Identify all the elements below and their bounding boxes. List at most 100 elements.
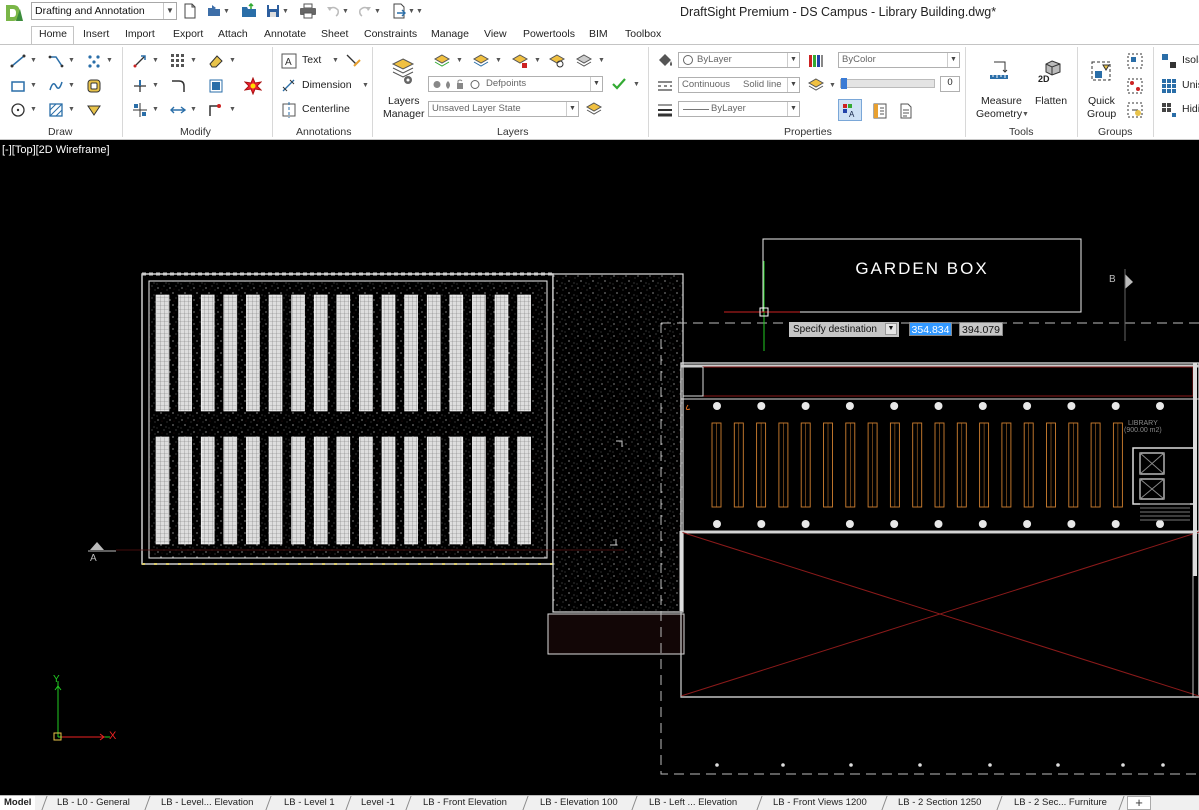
rectangle-button[interactable] xyxy=(9,77,27,95)
redo-button[interactable]: ▼ xyxy=(357,2,381,20)
open-file-button[interactable]: ▼ xyxy=(206,2,230,20)
transparency-input[interactable]: 0 xyxy=(940,76,960,92)
spline-button[interactable] xyxy=(47,77,65,95)
centerline-button[interactable]: Centerline xyxy=(302,103,350,115)
print-button[interactable] xyxy=(299,2,317,20)
group-select-button[interactable] xyxy=(1126,52,1144,70)
unisolate-button[interactable]: Unis xyxy=(1182,79,1199,91)
printer-icon xyxy=(300,3,316,19)
leader-button[interactable] xyxy=(344,52,362,70)
lineweight-select[interactable]: ByLayer ▼ xyxy=(678,101,800,117)
layer-merge-button[interactable] xyxy=(575,52,593,70)
current-layer-select[interactable]: Defpoints ▼ xyxy=(428,76,603,92)
point-button[interactable] xyxy=(85,52,103,70)
layer-state-select[interactable]: Unsaved Layer State ▼ xyxy=(428,101,579,117)
tab-annotate[interactable]: Annotate xyxy=(264,28,306,40)
sheet-tab[interactable]: LB - Level... Elevation xyxy=(155,796,259,810)
hide-button[interactable]: Hidi xyxy=(1182,103,1199,115)
sheet-tab-model[interactable]: Model xyxy=(0,796,36,810)
tab-toolbox[interactable]: Toolbox xyxy=(625,28,661,40)
polyline-button[interactable] xyxy=(47,52,65,70)
layer-state-manager-button[interactable] xyxy=(585,100,603,118)
fillet-button[interactable] xyxy=(169,77,187,95)
align-button[interactable] xyxy=(131,101,149,119)
layer-previous-button[interactable] xyxy=(433,52,451,70)
undo-button[interactable]: ▼ xyxy=(325,2,349,20)
pattern-button[interactable] xyxy=(169,52,187,70)
match-properties-button[interactable] xyxy=(656,52,674,70)
tab-insert[interactable]: Insert xyxy=(83,28,109,40)
sheet-tab[interactable]: LB - Elevation 100 xyxy=(534,796,624,810)
tab-manage[interactable]: Manage xyxy=(431,28,469,40)
quick-properties-button[interactable] xyxy=(897,102,915,120)
transparency-button[interactable] xyxy=(807,76,825,94)
sheet-tab[interactable]: LB - 2 Sec... Furniture xyxy=(1008,796,1113,810)
coordinate-y-input[interactable]: 394.079 xyxy=(959,322,1003,336)
measure-geometry-button[interactable]: Measure Geometry ▼ xyxy=(972,57,1029,123)
shelving-row-lower xyxy=(155,436,531,545)
trim-button[interactable] xyxy=(131,77,149,95)
edit-polyline-button[interactable] xyxy=(207,101,225,119)
sheet-tab[interactable]: LB - Level 1 xyxy=(278,796,341,810)
quick-group-button[interactable]: Quick Group xyxy=(1082,57,1120,123)
column xyxy=(890,520,899,528)
make-current-button[interactable] xyxy=(610,75,628,93)
tab-import[interactable]: Import xyxy=(125,28,155,40)
drawing-canvas[interactable] xyxy=(0,141,1199,795)
viewport-controls-label[interactable]: [-][Top][2D Wireframe] xyxy=(2,144,110,156)
workspace-select[interactable]: Drafting and Annotation ▼ xyxy=(31,2,177,20)
tab-export[interactable]: Export xyxy=(173,28,203,40)
layer-isolate-button[interactable] xyxy=(472,52,490,70)
sheet-tab[interactable]: LB - Front Elevation xyxy=(417,796,513,810)
explode-button[interactable] xyxy=(244,77,262,95)
sheet-tab[interactable]: LB - L0 - General xyxy=(51,796,136,810)
tab-home[interactable]: Home xyxy=(39,28,67,40)
tab-attach[interactable]: Attach xyxy=(218,28,248,40)
bookshelf-row xyxy=(711,422,1123,508)
transparency-slider[interactable] xyxy=(840,78,935,89)
tab-constraints[interactable]: Constraints xyxy=(364,28,417,40)
isolate-button[interactable]: Isola xyxy=(1182,54,1199,66)
move-button[interactable] xyxy=(131,52,149,70)
color-palette-button[interactable] xyxy=(807,52,825,70)
layer-walk-button[interactable] xyxy=(548,52,566,70)
dimension-button[interactable]: Dimension xyxy=(302,79,352,91)
dynamic-input-prompt[interactable]: Specify destination ▼ xyxy=(789,322,899,337)
circle-button[interactable] xyxy=(9,101,27,119)
offset-button[interactable] xyxy=(85,77,103,95)
erase-button[interactable] xyxy=(207,52,225,70)
color-select[interactable]: ByLayer ▼ xyxy=(678,52,800,68)
slider-thumb[interactable] xyxy=(841,78,847,89)
new-file-button[interactable] xyxy=(182,2,198,20)
wipeout-button[interactable] xyxy=(85,101,103,119)
cloud-open-button[interactable] xyxy=(241,2,257,20)
save-button[interactable]: ▼ xyxy=(265,2,289,20)
text-button[interactable]: Text xyxy=(302,54,321,66)
tab-powertools[interactable]: Powertools xyxy=(523,28,575,40)
add-sheet-button[interactable]: + xyxy=(1127,796,1151,810)
customize-qat-button[interactable]: ▼ xyxy=(415,2,423,20)
properties-panel-button[interactable] xyxy=(871,102,889,120)
layer-off-button[interactable] xyxy=(511,52,529,70)
tab-bim[interactable]: BIM xyxy=(589,28,608,40)
tab-view[interactable]: View xyxy=(484,28,507,40)
sheet-tab[interactable]: LB - 2 Section 1250 xyxy=(892,796,987,810)
sheet-tab[interactable]: Level -1 xyxy=(355,796,401,810)
linetype-select[interactable]: Continuous Solid line ▼ xyxy=(678,77,800,93)
flatten-button[interactable]: 2D Flatten xyxy=(1032,57,1068,123)
ungroup-button[interactable] xyxy=(1126,101,1144,119)
coordinate-x-input[interactable]: 354.834 xyxy=(909,322,952,336)
sheet-tab[interactable]: LB - Left ... Elevation xyxy=(643,796,743,810)
export-button[interactable]: ▼ xyxy=(391,2,415,20)
plot-style-select[interactable]: ByColor ▼ xyxy=(838,52,960,68)
sheet-tab[interactable]: LB - Front Views 1200 xyxy=(767,796,873,810)
group-edit-button[interactable] xyxy=(1126,77,1144,95)
layers-manager-button[interactable]: Layers Manager xyxy=(380,57,426,127)
line-button[interactable] xyxy=(9,52,27,70)
annotative-button[interactable]: A xyxy=(838,99,862,121)
stretch-button[interactable] xyxy=(169,101,187,119)
hatch-button[interactable] xyxy=(47,101,65,119)
drawing-viewport[interactable]: [-][Top][2D Wireframe] GARDEN BOX Specif… xyxy=(0,141,1199,795)
scale-button[interactable] xyxy=(207,77,225,95)
tab-sheet[interactable]: Sheet xyxy=(321,28,348,40)
